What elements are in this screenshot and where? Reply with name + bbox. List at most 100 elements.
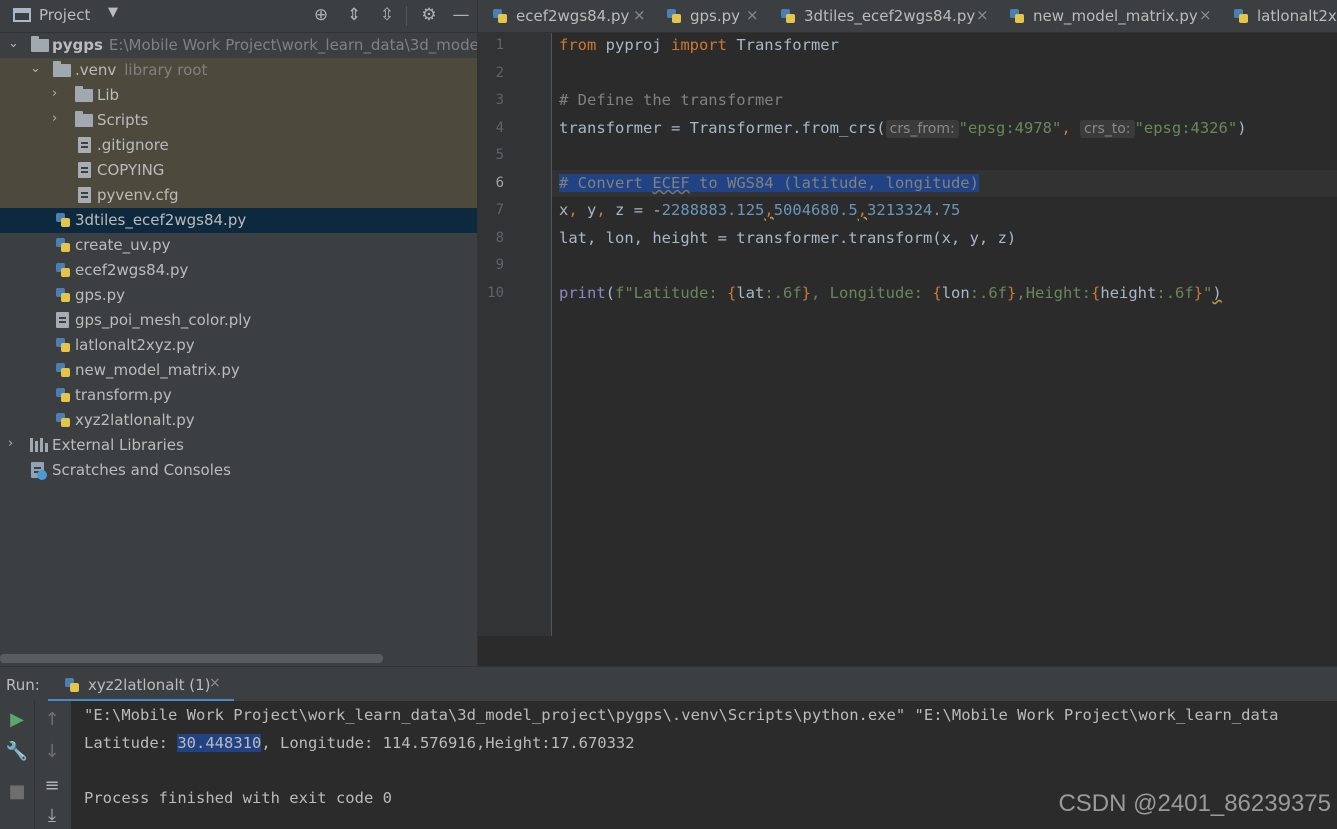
tree-item-pygps[interactable]: ⌄ pygps E:\Mobile Work Project\work_learn… bbox=[0, 33, 477, 58]
folder-icon bbox=[75, 111, 93, 127]
config-file-icon bbox=[78, 187, 91, 203]
run-panel-title: Run: bbox=[6, 676, 40, 694]
code-line-8: lat, lon, height = transformer.transform… bbox=[559, 229, 1017, 247]
python-file-icon bbox=[666, 8, 682, 24]
code-line-10: print(f"Latitude: {lat:.6f}, Longitude: … bbox=[559, 284, 1222, 302]
python-file-icon bbox=[55, 412, 71, 428]
ply-file-icon bbox=[56, 312, 69, 328]
tree-item-library-root-hint: library root bbox=[124, 61, 208, 79]
tree-item-gps[interactable]: gps.py bbox=[0, 283, 477, 308]
python-file-icon bbox=[64, 677, 80, 693]
folder-icon bbox=[53, 61, 71, 77]
tree-item-label: Scripts bbox=[97, 111, 149, 129]
python-file-icon bbox=[780, 8, 796, 24]
chevron-right-icon[interactable]: › bbox=[52, 86, 57, 101]
project-panel-title[interactable]: Project bbox=[39, 6, 90, 24]
tree-item-lib[interactable]: › Lib bbox=[0, 83, 477, 108]
close-icon[interactable]: × bbox=[1199, 6, 1212, 24]
python-file-icon bbox=[55, 237, 71, 253]
collapse-all-icon[interactable]: ⇳ bbox=[376, 4, 398, 26]
minimize-icon[interactable]: — bbox=[450, 4, 472, 26]
code-line-4: transformer = Transformer.from_crs(crs_f… bbox=[559, 119, 1247, 138]
tab-latlonalt2xyz[interactable]: latlonalt2xyz.py bbox=[1219, 0, 1337, 32]
expand-all-icon[interactable]: ⇕ bbox=[343, 4, 365, 26]
tree-item-label: transform.py bbox=[75, 386, 172, 404]
tree-item-venv[interactable]: ⌄ .venv library root bbox=[0, 58, 477, 83]
tree-item-label: new_model_matrix.py bbox=[75, 361, 240, 379]
param-hint-crs-from: crs_from: bbox=[885, 120, 959, 138]
run-tab-label: xyz2latlonalt (1) bbox=[88, 676, 211, 694]
toolbar-divider bbox=[406, 6, 407, 26]
chevron-down-icon[interactable]: ⌄ bbox=[30, 61, 41, 76]
chevron-right-icon[interactable]: › bbox=[8, 436, 13, 451]
tree-item-gps-poi-mesh-color[interactable]: gps_poi_mesh_color.ply bbox=[0, 308, 477, 333]
scroll-to-end-icon[interactable]: ⤓ bbox=[35, 805, 69, 826]
line-number: 2 bbox=[495, 65, 504, 81]
line-number: 10 bbox=[487, 285, 504, 301]
chevron-down-icon[interactable]: ▼ bbox=[108, 5, 118, 20]
tree-item-3dtiles-ecef2wgs84[interactable]: 3dtiles_ecef2wgs84.py bbox=[0, 208, 477, 233]
run-panel-header: Run: xyz2latlonalt (1) × bbox=[0, 666, 1337, 702]
tree-item-create-uv[interactable]: create_uv.py bbox=[0, 233, 477, 258]
code-line-3: # Define the transformer bbox=[559, 91, 783, 109]
tab-label: latlonalt2xyz.py bbox=[1257, 7, 1337, 25]
text-file-icon bbox=[78, 162, 91, 178]
stop-icon[interactable]: ■ bbox=[0, 781, 34, 802]
editor-tab-bar: ecef2wgs84.py × gps.py × 3dtiles_ecef2wg… bbox=[477, 0, 1337, 33]
chevron-right-icon[interactable]: › bbox=[52, 111, 57, 126]
tree-item-label: pygps bbox=[52, 36, 103, 54]
tree-item-external-libraries[interactable]: › External Libraries bbox=[0, 433, 477, 458]
gear-icon[interactable]: ⚙ bbox=[418, 4, 440, 26]
run-tab-xyz2latlonalt[interactable]: xyz2latlonalt (1) × bbox=[48, 667, 234, 702]
wrench-icon[interactable]: 🔧 bbox=[0, 741, 34, 762]
close-icon[interactable]: × bbox=[746, 6, 759, 24]
tree-item-label: .venv bbox=[75, 61, 117, 79]
console-line-result: Latitude: 30.448310, Longitude: 114.5769… bbox=[84, 734, 635, 752]
chevron-down-icon[interactable]: ⌄ bbox=[8, 36, 19, 51]
soft-wrap-icon[interactable]: ≡ bbox=[35, 775, 69, 796]
tab-new-model-matrix[interactable]: new_model_matrix.py × bbox=[995, 0, 1217, 32]
tree-item-label: COPYING bbox=[97, 161, 165, 179]
project-panel: Project ▼ ⊕ ⇕ ⇳ ⚙ — ⌄ pygps E:\Mobile Wor… bbox=[0, 0, 477, 666]
tree-item-ecef2wgs84[interactable]: ecef2wgs84.py bbox=[0, 258, 477, 283]
tree-item-scripts[interactable]: › Scripts bbox=[0, 108, 477, 133]
tree-item-new-model-matrix[interactable]: new_model_matrix.py bbox=[0, 358, 477, 383]
tree-item-label: 3dtiles_ecef2wgs84.py bbox=[75, 211, 247, 229]
close-icon[interactable]: × bbox=[633, 6, 646, 24]
run-icon[interactable]: ▶ bbox=[0, 709, 34, 730]
library-icon bbox=[30, 438, 48, 452]
code-editor[interactable]: 1 2 3 4 5 6 7 8 9 10 from pyproj import … bbox=[477, 33, 1337, 636]
horizontal-scrollbar[interactable] bbox=[0, 654, 383, 663]
folder-icon bbox=[75, 86, 93, 102]
line-number: 9 bbox=[495, 257, 504, 273]
tree-item-pyvenv-cfg[interactable]: pyvenv.cfg bbox=[0, 183, 477, 208]
tree-item-latlonalt2xyz[interactable]: latlonalt2xyz.py bbox=[0, 333, 477, 358]
tree-item-label: gps.py bbox=[75, 286, 126, 304]
tree-item-copying[interactable]: COPYING bbox=[0, 158, 477, 183]
tree-item-xyz2latlonalt[interactable]: xyz2latlonalt.py bbox=[0, 408, 477, 433]
tab-label: 3dtiles_ecef2wgs84.py bbox=[804, 7, 976, 25]
tab-label: gps.py bbox=[690, 7, 741, 25]
line-number: 1 bbox=[495, 37, 504, 53]
tree-item-scratches-and-consoles[interactable]: Scratches and Consoles bbox=[0, 458, 477, 483]
close-icon[interactable]: × bbox=[209, 675, 221, 691]
close-icon[interactable]: × bbox=[976, 6, 989, 24]
tab-label: ecef2wgs84.py bbox=[516, 7, 630, 25]
tree-item-gitignore[interactable]: .gitignore bbox=[0, 133, 477, 158]
tab-gps[interactable]: gps.py × bbox=[652, 0, 762, 32]
line-number: 4 bbox=[495, 120, 504, 136]
python-file-icon bbox=[55, 387, 71, 403]
line-number: 5 bbox=[495, 147, 504, 163]
tree-item-label: Lib bbox=[97, 86, 120, 104]
tree-item-label: ecef2wgs84.py bbox=[75, 261, 189, 279]
locate-icon[interactable]: ⊕ bbox=[310, 4, 332, 26]
python-file-icon bbox=[55, 362, 71, 378]
tree-item-transform[interactable]: transform.py bbox=[0, 383, 477, 408]
param-hint-crs-to: crs_to: bbox=[1080, 120, 1135, 138]
tab-ecef2wgs84[interactable]: ecef2wgs84.py × bbox=[478, 0, 650, 32]
tab-3dtiles-ecef2wgs84[interactable]: 3dtiles_ecef2wgs84.py × bbox=[766, 0, 994, 32]
arrow-down-icon[interactable]: ↓ bbox=[35, 741, 69, 762]
project-window-icon bbox=[13, 8, 31, 22]
watermark: CSDN @2401_86239375 bbox=[1058, 790, 1331, 817]
arrow-up-icon[interactable]: ↑ bbox=[35, 709, 69, 730]
